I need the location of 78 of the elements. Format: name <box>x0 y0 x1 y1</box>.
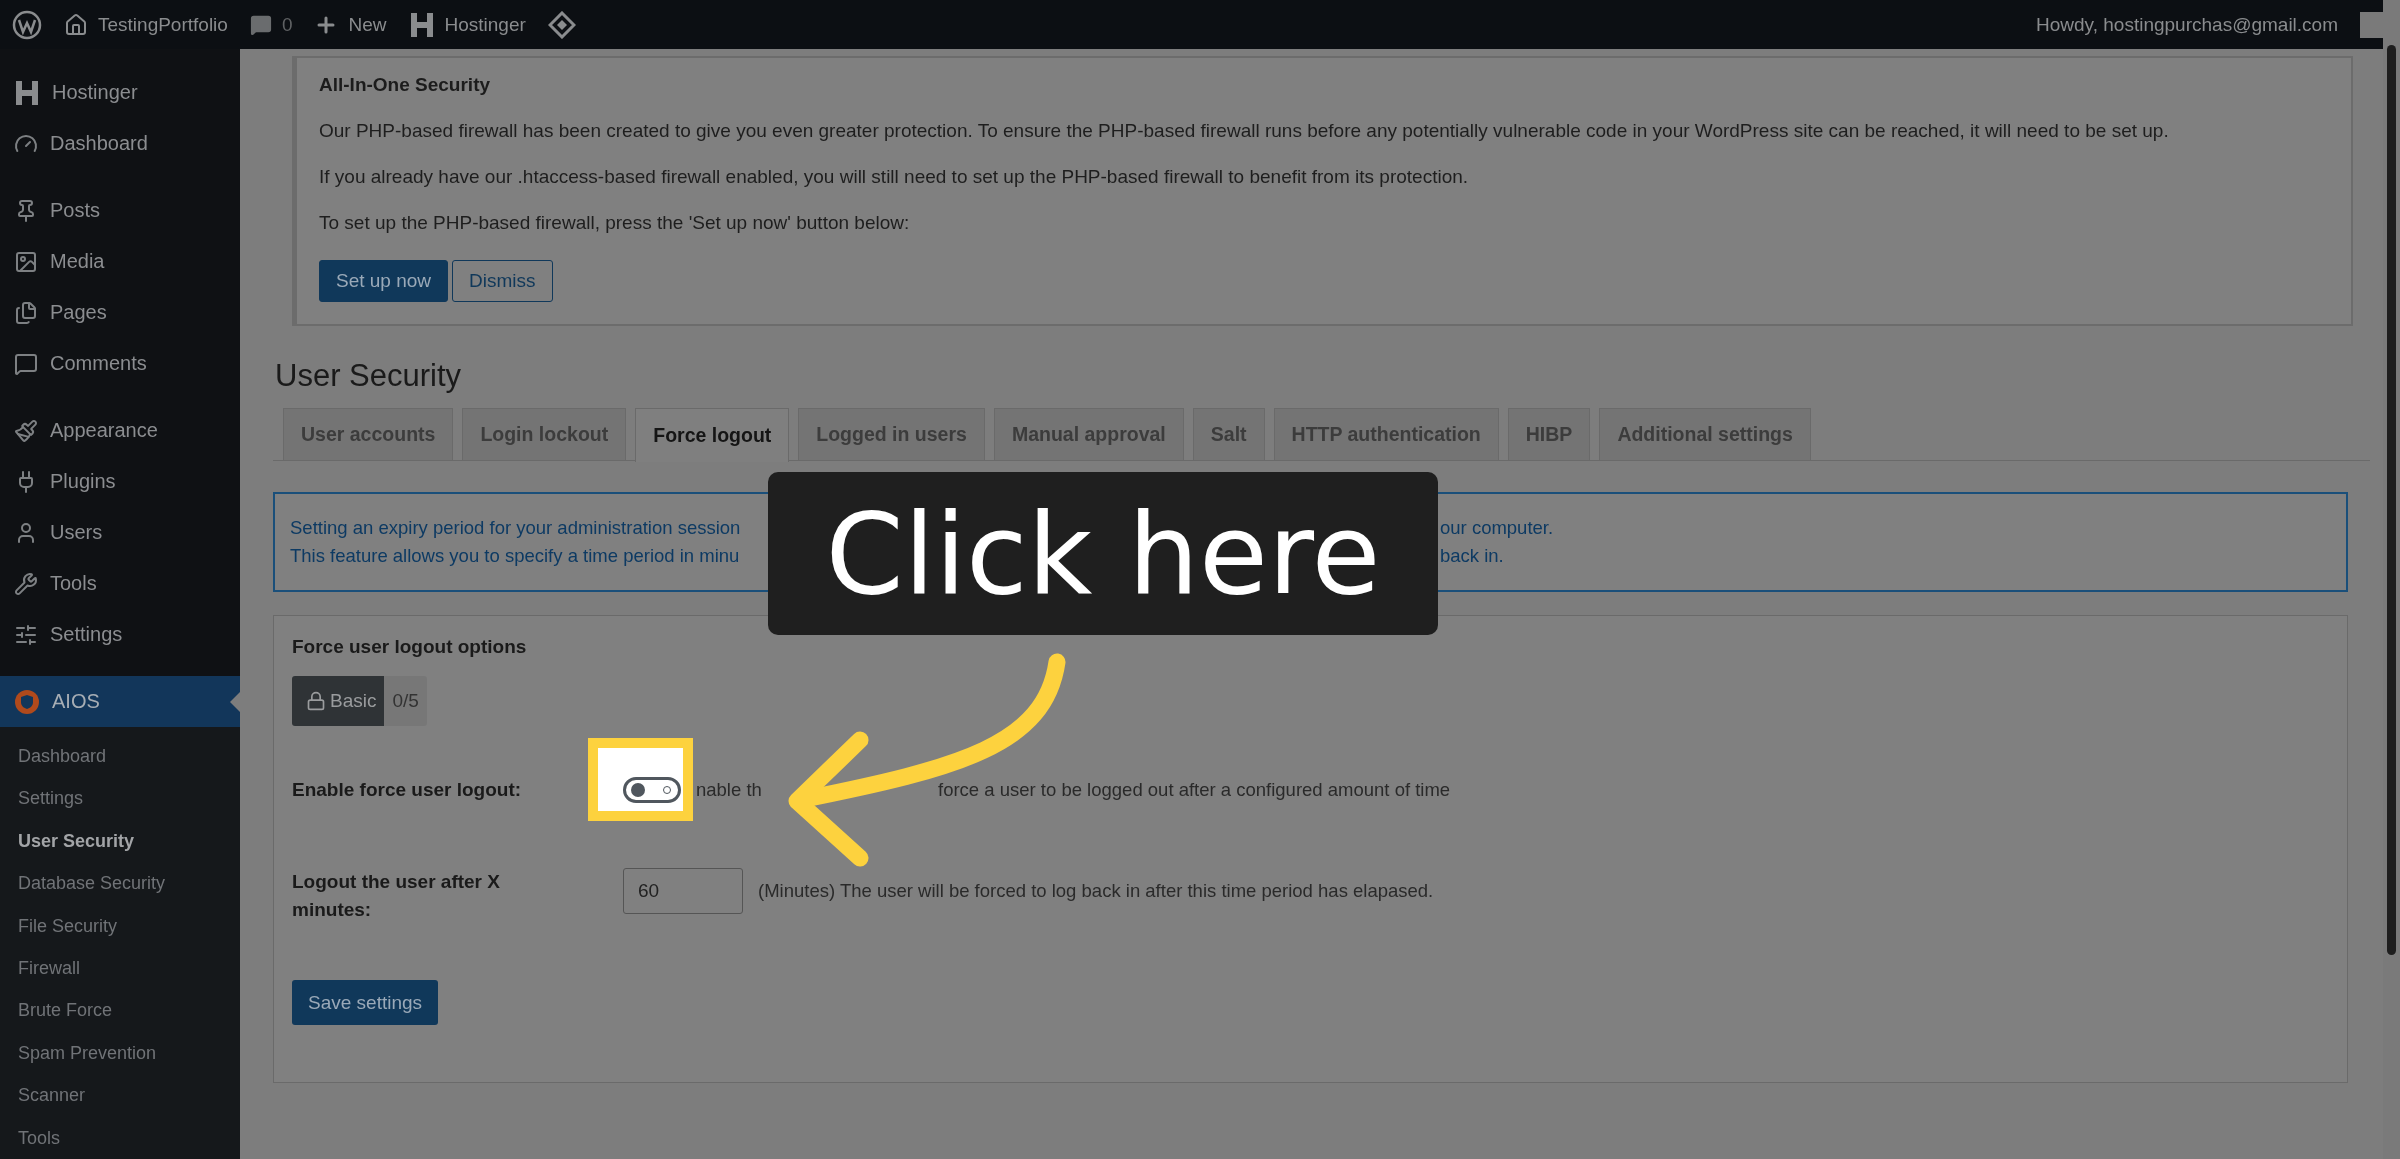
submenu-item[interactable]: Firewall <box>0 946 240 990</box>
tab[interactable]: Logged in users <box>798 408 985 460</box>
avatar[interactable] <box>2360 11 2386 38</box>
menu-item[interactable]: Plugins <box>0 456 240 507</box>
tab[interactable]: Salt <box>1192 408 1265 460</box>
info-text: our computer. <box>1440 516 1555 540</box>
notice-title: All-In-One Security <box>319 74 492 96</box>
logo-icon <box>12 9 42 40</box>
site-name: TestingPortfolio <box>98 13 228 36</box>
tab[interactable]: HIBP <box>1507 408 1591 460</box>
logo-icon <box>408 11 435 38</box>
info-text: back in. <box>1440 544 1505 568</box>
sliders-icon <box>14 622 38 647</box>
panel-title: Force user logout options <box>292 636 528 658</box>
logo-icon <box>14 79 40 106</box>
menu-item[interactable]: Hostinger <box>0 67 240 118</box>
menu-item[interactable]: Comments <box>0 338 240 389</box>
home-icon <box>64 12 88 37</box>
notice-text: If you already have our .htaccess-based firewall enabled, you will still need to set up the PHP-based firewall to benefit from its protection. <box>319 166 1470 188</box>
hostinger-label: Hostinger <box>444 13 526 36</box>
tab[interactable]: Login lockout <box>462 408 627 460</box>
tab[interactable]: Manual approval <box>993 408 1184 460</box>
greeting[interactable]: Howdy, hostingpurchas@gmail.com <box>2036 13 2338 36</box>
info-text: This feature allows you to specify a time period in minu <box>290 544 741 568</box>
submenu-item[interactable]: File Security <box>0 904 240 947</box>
submenu-item[interactable]: Database Security <box>0 862 240 905</box>
brush-icon <box>14 418 38 443</box>
wrench-icon <box>14 571 38 596</box>
menu-item[interactable]: Posts <box>0 185 240 236</box>
hostinger-link[interactable]: Hostinger <box>408 11 526 38</box>
notice-text: To set up the PHP-based firewall, press the 'Set up now' button below: <box>319 212 911 234</box>
field-label: Enable force user logout: <box>292 778 523 802</box>
notice-text: Our PHP-based firewall has been created to give you even greater protection. To ensure the PHP-based firewall runs before any potentially vulnerable code in your WordPress site can be reached, it will need to be set up. <box>319 120 2170 142</box>
new-label: New <box>348 13 387 36</box>
toggle-switch[interactable] <box>623 777 681 803</box>
comment-icon <box>14 351 38 376</box>
submenu-item[interactable]: Settings <box>0 777 240 820</box>
submenu-item[interactable]: Brute Force <box>0 989 240 1032</box>
callout-label: Click here <box>768 472 1438 635</box>
new-link[interactable]: New <box>314 12 387 37</box>
tab[interactable]: Force logout <box>635 408 790 462</box>
level-count: 0/5 <box>384 676 427 726</box>
menu-item[interactable]: Dashboard <box>0 118 240 169</box>
field-description: (Minutes) The user will be forced to log back in after this time period has elapased. <box>758 880 1434 902</box>
menu-item[interactable]: Settings <box>0 609 240 660</box>
pages-icon <box>14 300 38 325</box>
tab[interactable]: HTTP authentication <box>1273 408 1499 460</box>
shield-icon <box>14 688 40 715</box>
level-badge: Basic <box>292 676 385 726</box>
dismiss-button[interactable]: Dismiss <box>452 260 553 302</box>
menu-item[interactable]: Users <box>0 507 240 558</box>
info-text: Setting an expiry period for your administration session <box>290 516 742 540</box>
tab[interactable]: User accounts <box>283 408 454 460</box>
save-button[interactable]: Save settings <box>292 980 439 1025</box>
submenu-item[interactable]: Scanner <box>0 1074 240 1117</box>
menu-item[interactable]: Media <box>0 236 240 287</box>
comments-link[interactable]: 0 <box>249 13 293 36</box>
comment-count: 0 <box>281 13 293 36</box>
submenu-item[interactable]: Dashboard <box>0 735 240 778</box>
menu-item[interactable]: Appearance <box>0 405 240 456</box>
menu-item[interactable]: AIOS <box>0 676 240 727</box>
menu-item[interactable]: Tools <box>0 558 240 609</box>
diamond-icon[interactable] <box>547 10 576 39</box>
minutes-field[interactable]: 60 <box>623 868 743 914</box>
setup-button[interactable]: Set up now <box>319 260 449 302</box>
site-link[interactable]: TestingPortfolio <box>64 12 228 37</box>
field-description: nable th <box>696 779 763 801</box>
submenu-item[interactable]: User Security <box>0 819 240 863</box>
comment-icon <box>249 13 272 36</box>
page-title: User Security <box>275 358 463 394</box>
lock-icon <box>306 691 326 711</box>
submenu-item[interactable]: Spam Prevention <box>0 1031 240 1075</box>
field-label: Logout the user after X minutes: <box>292 870 501 922</box>
field-description: force a user to be logged out after a configured amount of time <box>938 779 1451 801</box>
tab[interactable]: Additional settings <box>1599 408 1811 460</box>
menu-item[interactable]: Pages <box>0 287 240 338</box>
submenu-item[interactable]: Tools <box>0 1116 240 1159</box>
media-icon <box>14 249 38 274</box>
